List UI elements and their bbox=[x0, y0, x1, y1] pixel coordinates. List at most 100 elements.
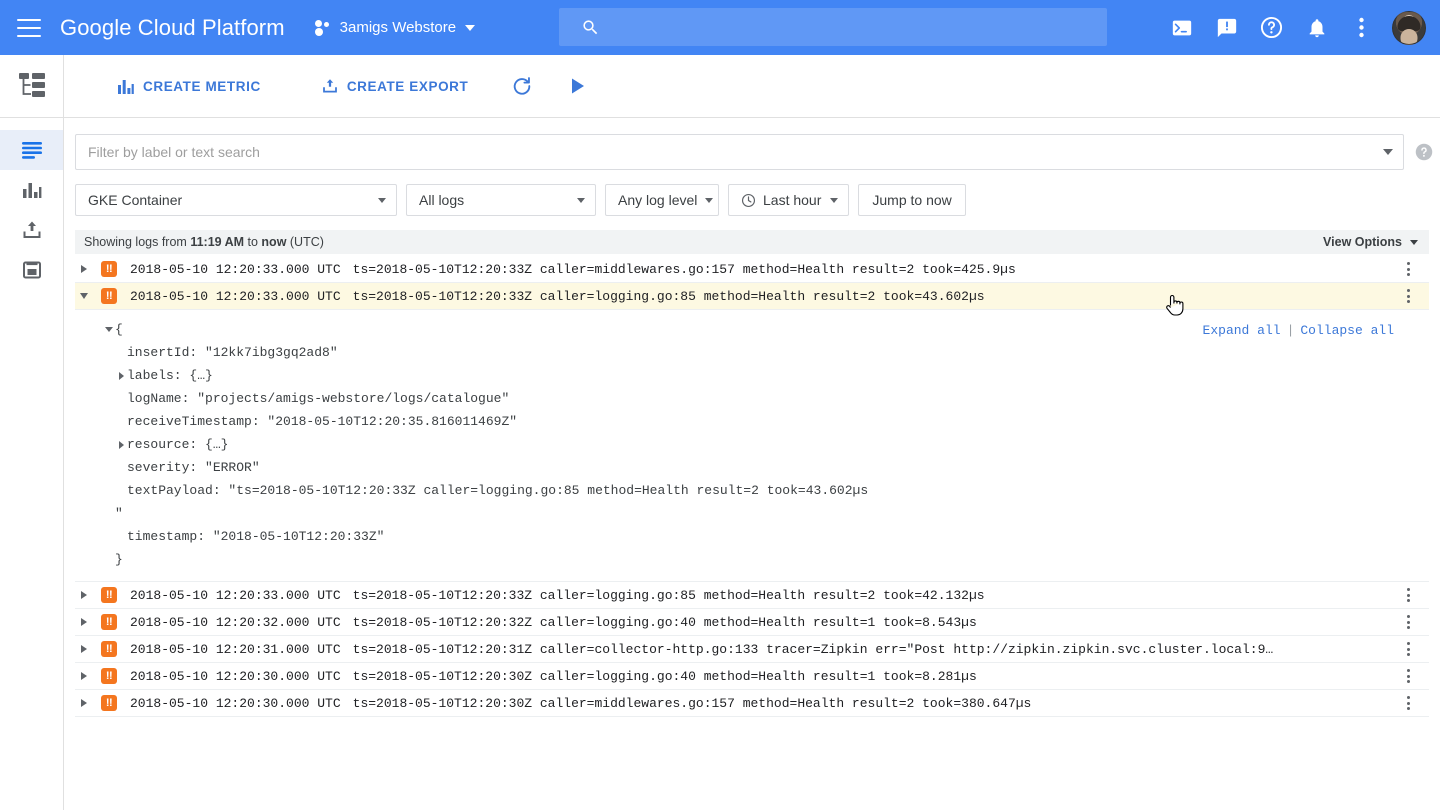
json-line-close-brace: } bbox=[75, 548, 1429, 571]
refresh-button[interactable] bbox=[502, 66, 542, 106]
json-line-text-payload: textPayload: "ts=2018-05-10T12:20:33Z ca… bbox=[75, 479, 1429, 502]
expand-toggle-icon[interactable] bbox=[75, 699, 93, 707]
log-level-select[interactable]: Any log level bbox=[605, 184, 719, 216]
create-export-button[interactable]: CREATE EXPORT bbox=[312, 70, 479, 102]
json-collapse-icon[interactable] bbox=[103, 318, 115, 341]
time-range-select[interactable]: Last hour bbox=[728, 184, 850, 216]
chevron-down-icon bbox=[378, 197, 386, 203]
table-row[interactable]: !! 2018-05-10 12:20:32.000 UTC ts=2018-0… bbox=[75, 609, 1429, 636]
left-icon-rail bbox=[0, 55, 64, 810]
log-message: ts=2018-05-10T12:20:33Z caller=logging.g… bbox=[352, 288, 985, 304]
play-streaming-button[interactable] bbox=[558, 66, 598, 106]
create-metric-button[interactable]: CREATE METRIC bbox=[108, 71, 271, 102]
severity-glyph: !! bbox=[105, 615, 113, 628]
avatar[interactable] bbox=[1392, 10, 1426, 45]
table-row[interactable]: !! 2018-05-10 12:20:31.000 UTC ts=2018-0… bbox=[75, 636, 1429, 663]
json-text-payload-close: " bbox=[115, 506, 123, 521]
json-line-timestamp: timestamp: "2018-05-10T12:20:33Z" bbox=[75, 525, 1429, 548]
severity-glyph: !! bbox=[105, 642, 113, 655]
project-picker[interactable]: 3amigs Webstore bbox=[314, 19, 476, 36]
more-options-icon[interactable] bbox=[1339, 5, 1384, 50]
log-message: ts=2018-05-10T12:20:33Z caller=middlewar… bbox=[352, 261, 1016, 277]
cloud-shell-icon[interactable] bbox=[1159, 5, 1204, 50]
link-separator: | bbox=[1286, 323, 1295, 338]
log-message: ts=2018-05-10T12:20:30Z caller=middlewar… bbox=[352, 695, 1032, 711]
detail-expand-collapse-links: Expand all | Collapse all bbox=[1203, 319, 1394, 342]
json-line-log-name: logName: "projects/amigs-webstore/logs/c… bbox=[75, 387, 1429, 410]
log-message: ts=2018-05-10T12:20:31Z caller=collector… bbox=[352, 641, 1274, 657]
global-search-input[interactable] bbox=[559, 8, 1107, 46]
log-level-value: Any log level bbox=[618, 192, 698, 208]
severity-glyph: !! bbox=[105, 696, 113, 709]
resource-type-value: GKE Container bbox=[88, 192, 183, 208]
band-prefix: Showing logs from bbox=[84, 235, 191, 249]
severity-glyph: !! bbox=[105, 588, 113, 601]
view-options-button[interactable]: View Options bbox=[1323, 235, 1418, 249]
sidebar-item-exports[interactable] bbox=[0, 210, 63, 250]
severity-glyph: !! bbox=[105, 262, 113, 275]
row-menu-icon[interactable] bbox=[1400, 640, 1416, 658]
expand-toggle-icon[interactable] bbox=[75, 591, 93, 599]
search-icon bbox=[583, 19, 598, 34]
expand-toggle-icon[interactable] bbox=[75, 645, 93, 653]
project-name: 3amigs Webstore bbox=[339, 19, 457, 36]
table-row[interactable]: !! 2018-05-10 12:20:33.000 UTC ts=2018-0… bbox=[75, 256, 1429, 283]
collapse-toggle-icon[interactable] bbox=[75, 293, 93, 299]
table-row[interactable]: !! 2018-05-10 12:20:30.000 UTC ts=2018-0… bbox=[75, 690, 1429, 717]
resource-type-select[interactable]: GKE Container bbox=[75, 184, 397, 216]
json-close-brace: } bbox=[115, 552, 123, 567]
jump-to-now-button[interactable]: Jump to now bbox=[858, 184, 966, 216]
status-badge: !! bbox=[101, 668, 117, 684]
json-timestamp: timestamp: "2018-05-10T12:20:33Z" bbox=[127, 529, 385, 544]
chevron-down-icon[interactable] bbox=[1383, 149, 1393, 155]
json-expand-icon[interactable] bbox=[115, 364, 127, 387]
sidebar-item-logs-viewer[interactable] bbox=[0, 130, 63, 170]
log-timestamp: 2018-05-10 12:20:31.000 UTC bbox=[130, 641, 341, 657]
row-menu-icon[interactable] bbox=[1400, 260, 1416, 278]
row-menu-icon[interactable] bbox=[1400, 287, 1416, 305]
avatar-face bbox=[1400, 28, 1418, 44]
bar-chart-icon bbox=[118, 79, 134, 94]
table-row[interactable]: !! 2018-05-10 12:20:33.000 UTC ts=2018-0… bbox=[75, 283, 1429, 310]
feedback-icon[interactable] bbox=[1204, 5, 1249, 50]
status-badge: !! bbox=[101, 288, 117, 304]
sidebar-item-logs-ingestion[interactable] bbox=[0, 250, 63, 290]
log-name-select[interactable]: All logs bbox=[406, 184, 596, 216]
json-text-payload: textPayload: "ts=2018-05-10T12:20:33Z ca… bbox=[127, 483, 869, 498]
json-line-receive-timestamp: receiveTimestamp: "2018-05-10T12:20:35.8… bbox=[75, 410, 1429, 433]
json-expand-icon[interactable] bbox=[115, 433, 127, 456]
expand-all-link[interactable]: Expand all bbox=[1203, 323, 1281, 338]
expand-toggle-icon[interactable] bbox=[75, 672, 93, 680]
help-icon[interactable] bbox=[1249, 5, 1294, 50]
chevron-down-icon bbox=[465, 24, 476, 31]
clock-icon bbox=[741, 193, 756, 207]
band-suffix: (UTC) bbox=[286, 235, 324, 249]
row-menu-icon[interactable] bbox=[1400, 613, 1416, 631]
play-icon bbox=[572, 78, 585, 94]
expand-toggle-icon[interactable] bbox=[75, 618, 93, 626]
row-menu-icon[interactable] bbox=[1400, 694, 1416, 712]
collapse-all-link[interactable]: Collapse all bbox=[1300, 323, 1394, 338]
chevron-down-icon bbox=[705, 197, 714, 203]
status-badge: !! bbox=[101, 695, 117, 711]
hamburger-menu-icon[interactable] bbox=[17, 18, 41, 37]
notifications-icon[interactable] bbox=[1294, 5, 1339, 50]
status-badge: !! bbox=[101, 587, 117, 603]
table-row[interactable]: !! 2018-05-10 12:20:30.000 UTC ts=2018-0… bbox=[75, 663, 1429, 690]
row-menu-icon[interactable] bbox=[1400, 667, 1416, 685]
table-row[interactable]: !! 2018-05-10 12:20:33.000 UTC ts=2018-0… bbox=[75, 582, 1429, 609]
band-middle: to bbox=[244, 235, 262, 249]
sidebar-item-metrics[interactable] bbox=[0, 170, 63, 210]
json-open-brace: { bbox=[115, 322, 123, 337]
expand-toggle-icon[interactable] bbox=[75, 265, 93, 273]
severity-glyph: !! bbox=[105, 669, 113, 682]
jump-to-now-label: Jump to now bbox=[872, 192, 952, 208]
stackdriver-logging-icon bbox=[0, 55, 63, 118]
status-badge: !! bbox=[101, 261, 117, 277]
page-title: Google Cloud Platform bbox=[60, 14, 285, 40]
help-circle-icon[interactable] bbox=[1415, 143, 1433, 161]
row-menu-icon[interactable] bbox=[1400, 586, 1416, 604]
search-input[interactable]: Filter by label or text search bbox=[75, 134, 1404, 170]
chevron-down-icon bbox=[577, 197, 585, 203]
logs-icon bbox=[21, 142, 42, 159]
